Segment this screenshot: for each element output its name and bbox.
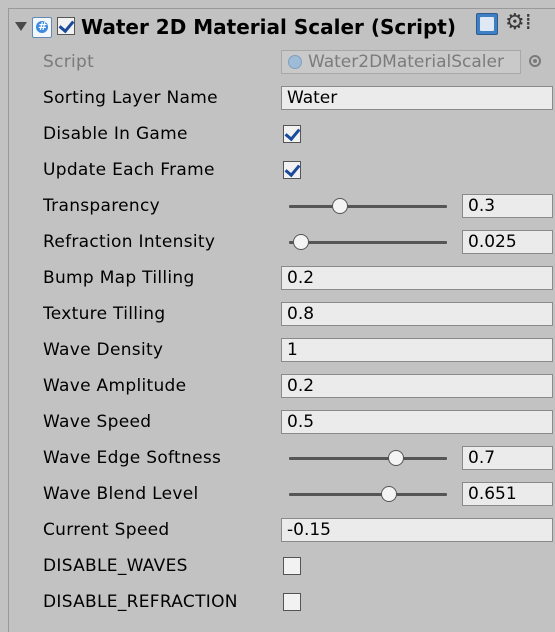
wave-blend-level-label: Wave Blend Level [43, 484, 199, 504]
transparency-row: Transparency 0.3 [9, 191, 555, 221]
refraction-intensity-slider[interactable] [289, 234, 447, 250]
wave-edge-softness-label: Wave Edge Softness [43, 448, 222, 468]
bump-map-tilling-input[interactable]: 0.2 [281, 266, 553, 290]
wave-blend-level-slider-thumb[interactable] [381, 486, 398, 502]
wave-density-label: Wave Density [43, 340, 164, 360]
disable-in-game-checkbox[interactable] [283, 124, 301, 143]
script-row: Script Water2DMaterialScaler [9, 47, 555, 77]
sorting-layer-input[interactable]: Water [281, 86, 553, 110]
transparency-slider-thumb[interactable] [331, 198, 348, 214]
wave-blend-level-slider[interactable] [289, 486, 447, 502]
wave-edge-softness-slider-thumb[interactable] [388, 450, 405, 466]
checkmark-icon [58, 16, 75, 34]
foldout-expanded-icon[interactable] [15, 22, 27, 31]
transparency-label: Transparency [43, 196, 160, 216]
wave-speed-row: Wave Speed 0.5 [9, 407, 555, 437]
update-each-frame-checkbox[interactable] [283, 160, 301, 179]
disable-waves-label: DISABLE_WAVES [43, 556, 188, 576]
wave-edge-softness-input[interactable]: 0.7 [462, 446, 553, 470]
texture-tilling-input[interactable]: 0.8 [281, 302, 553, 326]
object-picker-icon[interactable] [529, 55, 541, 67]
disable-refraction-row: DISABLE_REFRACTION [9, 587, 555, 617]
gear-icon[interactable]: ⚙⁞ [505, 9, 535, 37]
help-icon[interactable] [476, 13, 498, 35]
disable-in-game-row: Disable In Game [9, 119, 555, 149]
component-title: Water 2D Material Scaler (Script) [81, 15, 456, 39]
wave-speed-input[interactable]: 0.5 [281, 410, 553, 434]
wave-blend-level-row: Wave Blend Level 0.651 [9, 479, 555, 509]
bump-map-tilling-row: Bump Map Tilling 0.2 [9, 263, 555, 293]
csharp-script-icon [32, 17, 52, 38]
texture-tilling-row: Texture Tilling 0.8 [9, 299, 555, 329]
inspector-panel: Water 2D Material Scaler (Script) ⚙⁞ Scr… [8, 8, 555, 632]
bump-map-tilling-label: Bump Map Tilling [43, 268, 195, 288]
component-header[interactable]: Water 2D Material Scaler (Script) ⚙⁞ [9, 9, 555, 47]
refraction-intensity-input[interactable]: 0.025 [462, 230, 553, 254]
script-label: Script [43, 52, 95, 72]
disable-in-game-label: Disable In Game [43, 124, 188, 144]
wave-amplitude-row: Wave Amplitude 0.2 [9, 371, 555, 401]
refraction-intensity-slider-thumb[interactable] [292, 234, 309, 250]
wave-amplitude-input[interactable]: 0.2 [281, 374, 553, 398]
wave-amplitude-label: Wave Amplitude [43, 376, 187, 396]
component-enabled-checkbox[interactable] [57, 16, 75, 35]
sorting-layer-label: Sorting Layer Name [43, 88, 218, 108]
update-each-frame-label: Update Each Frame [43, 160, 215, 180]
disable-waves-row: DISABLE_WAVES [9, 551, 555, 581]
current-speed-input[interactable]: -0.15 [281, 518, 553, 542]
wave-edge-softness-slider[interactable] [289, 450, 447, 466]
script-value: Water2DMaterialScaler [308, 52, 504, 72]
transparency-slider[interactable] [289, 198, 447, 214]
checkmark-icon [284, 160, 301, 178]
wave-speed-label: Wave Speed [43, 412, 152, 432]
wave-edge-softness-row: Wave Edge Softness 0.7 [9, 443, 555, 473]
disable-waves-checkbox[interactable] [283, 557, 301, 575]
disable-refraction-label: DISABLE_REFRACTION [43, 592, 238, 612]
current-speed-label: Current Speed [43, 520, 170, 540]
script-file-icon [288, 55, 302, 69]
checkmark-icon [284, 124, 301, 142]
update-each-frame-row: Update Each Frame [9, 155, 555, 185]
refraction-intensity-row: Refraction Intensity 0.025 [9, 227, 555, 257]
disable-refraction-checkbox[interactable] [283, 593, 301, 611]
refraction-intensity-label: Refraction Intensity [43, 232, 216, 252]
wave-density-input[interactable]: 1 [281, 338, 553, 362]
texture-tilling-label: Texture Tilling [43, 304, 166, 324]
transparency-input[interactable]: 0.3 [462, 194, 553, 218]
current-speed-row: Current Speed -0.15 [9, 515, 555, 545]
sorting-layer-row: Sorting Layer Name Water [9, 83, 555, 113]
script-object-field[interactable]: Water2DMaterialScaler [281, 50, 521, 74]
wave-density-row: Wave Density 1 [9, 335, 555, 365]
wave-blend-level-input[interactable]: 0.651 [462, 482, 553, 506]
